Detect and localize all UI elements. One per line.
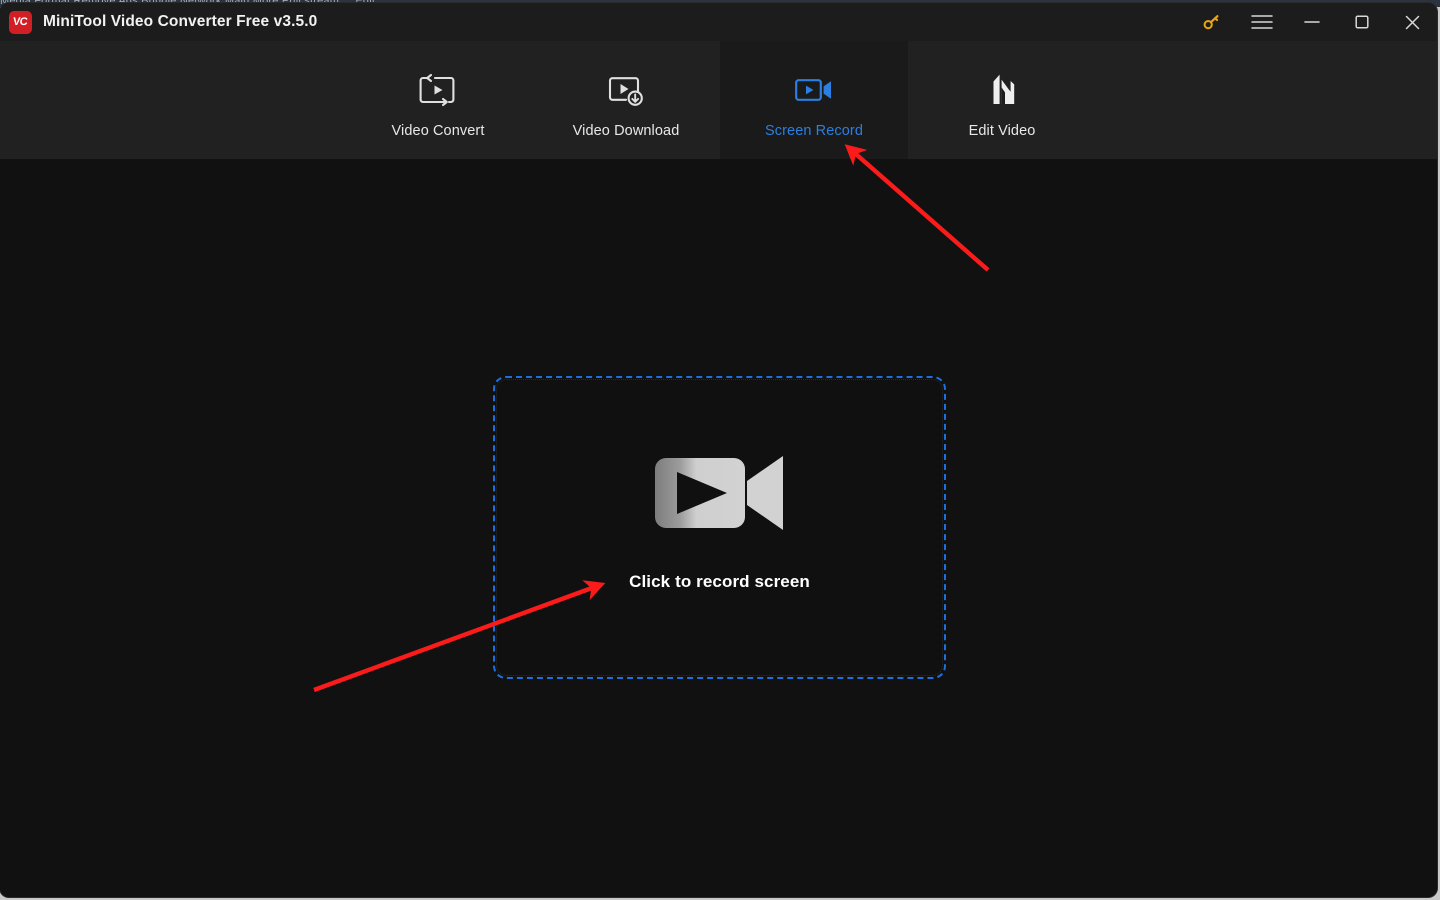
hamburger-menu-icon[interactable] [1237,3,1287,41]
screen-record-icon [793,65,835,115]
title-bar-actions [1187,3,1437,41]
maximize-icon[interactable] [1337,3,1387,41]
record-screen-dropzone[interactable]: Click to record screen [493,376,946,679]
close-icon[interactable] [1387,3,1437,41]
tab-label: Screen Record [764,123,863,139]
tab-label: Video Convert [391,123,485,139]
camcorder-icon [654,454,785,537]
video-convert-icon [417,65,459,115]
app-logo-text: VC [12,16,29,28]
tab-video-download[interactable]: Video Download [532,41,720,159]
title-bar: VC MiniTool Video Converter Free v3.5.0 [0,3,1437,41]
dropzone-label: Click to record screen [629,571,810,591]
edit-video-icon [981,65,1023,115]
application-window: VC MiniTool Video Converter Free v3.5.0 [0,3,1437,897]
main-navigation: Video Convert Video Download Screen Reco… [0,41,1437,159]
key-icon[interactable] [1187,3,1237,41]
video-download-icon [605,65,647,115]
tab-label: Video Download [572,123,680,139]
tab-edit-video[interactable]: Edit Video [908,41,1096,159]
main-content-area: Click to record screen [0,159,1437,897]
app-logo-icon: VC [9,10,32,34]
minimize-icon[interactable] [1287,3,1337,41]
tab-screen-record[interactable]: Screen Record [720,41,908,159]
window-title: MiniTool Video Converter Free v3.5.0 [43,13,318,30]
tab-label: Edit Video [968,123,1036,139]
tab-video-convert[interactable]: Video Convert [344,41,532,159]
